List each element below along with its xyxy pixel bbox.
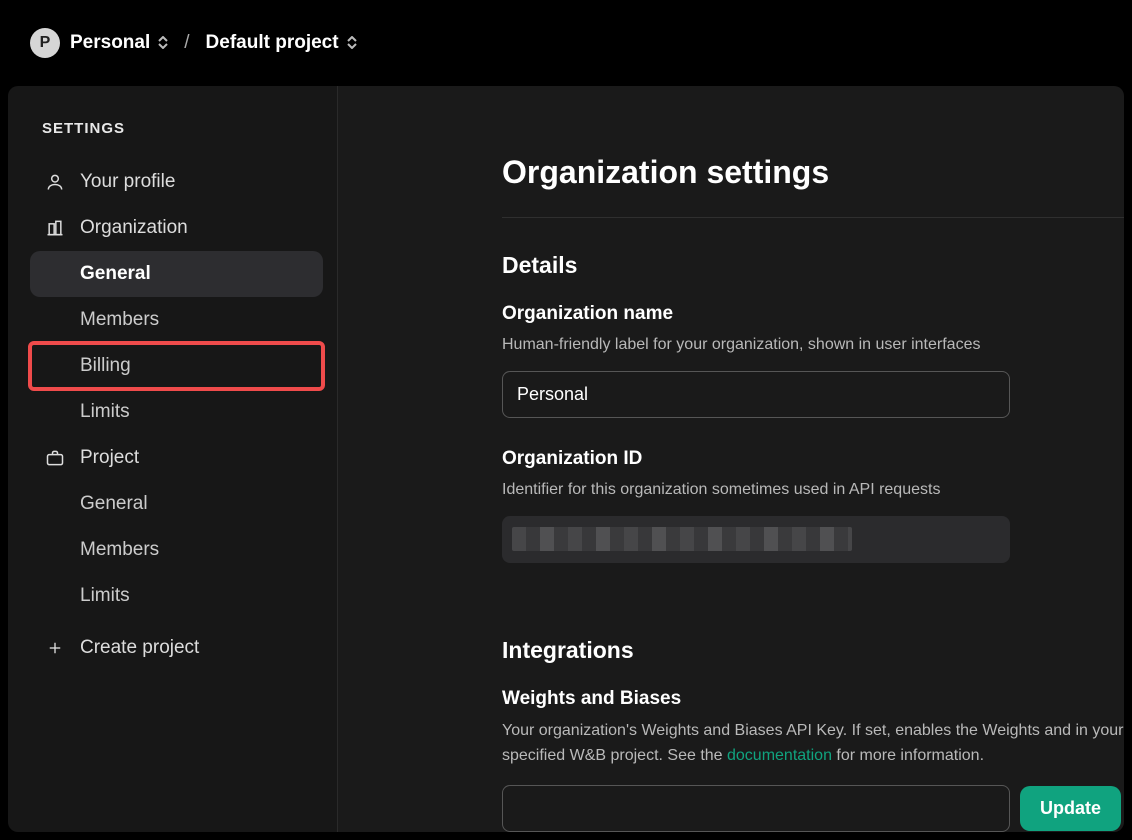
org-id-desc: Identifier for this organization sometim… — [502, 478, 1124, 502]
workspace: SETTINGS Your profile Organization Gener… — [0, 86, 1132, 840]
documentation-link[interactable]: documentation — [727, 747, 832, 764]
wandb-desc: Your organization's Weights and Biases A… — [502, 718, 1124, 769]
sidebar-item-org-limits[interactable]: Limits — [30, 389, 323, 435]
sidebar-item-create-project[interactable]: Create project — [30, 625, 323, 671]
avatar[interactable]: P — [30, 28, 60, 58]
sidebar-item-organization[interactable]: Organization — [30, 205, 323, 251]
plus-icon — [44, 639, 66, 657]
org-name-desc: Human-friendly label for your organizati… — [502, 333, 1124, 357]
sidebar-heading: SETTINGS — [30, 120, 323, 137]
details-section: Details Organization name Human-friendly… — [502, 218, 1124, 563]
org-switcher-label: Personal — [70, 32, 150, 54]
sidebar-item-org-general[interactable]: General — [30, 251, 323, 297]
org-name-field: Organization name Human-friendly label f… — [502, 303, 1124, 418]
wandb-desc-suffix: for more information. — [832, 747, 984, 764]
sidebar-item-label: Create project — [80, 637, 199, 659]
integrations-section: Integrations Weights and Biases Your org… — [502, 593, 1124, 832]
wandb-api-key-input[interactable] — [502, 785, 1010, 832]
sidebar-item-org-members[interactable]: Members — [30, 297, 323, 343]
page-title: Organization settings — [502, 154, 1124, 218]
main-panel: Organization settings Details Organizati… — [338, 86, 1124, 832]
sidebar-item-label: Members — [80, 539, 159, 561]
sidebar-item-label: General — [80, 493, 148, 515]
sidebar-item-project[interactable]: Project — [30, 435, 323, 481]
building-icon — [44, 218, 66, 238]
org-id-value[interactable] — [502, 516, 1010, 563]
wandb-label: Weights and Biases — [502, 688, 1124, 710]
update-button[interactable]: Update — [1020, 786, 1121, 831]
chevron-sort-icon — [158, 36, 168, 49]
org-name-input[interactable] — [502, 371, 1010, 418]
chevron-sort-icon — [347, 36, 357, 49]
details-heading: Details — [502, 252, 1124, 279]
topbar: P Personal / Default project — [0, 0, 1132, 86]
sidebar: SETTINGS Your profile Organization Gener… — [8, 86, 338, 832]
sidebar-item-label: Billing — [80, 355, 131, 377]
org-id-label: Organization ID — [502, 448, 1124, 470]
breadcrumb-separator: / — [184, 32, 189, 54]
sidebar-item-org-billing[interactable]: Billing — [30, 343, 323, 389]
sidebar-item-label: Project — [80, 447, 139, 469]
project-switcher[interactable]: Default project — [206, 32, 357, 54]
sidebar-item-label: Your profile — [80, 171, 175, 193]
integrations-heading: Integrations — [502, 637, 1124, 664]
redacted-content — [512, 527, 852, 551]
org-name-label: Organization name — [502, 303, 1124, 325]
sidebar-item-project-limits[interactable]: Limits — [30, 573, 323, 619]
sidebar-item-label: General — [80, 263, 151, 285]
sidebar-item-project-general[interactable]: General — [30, 481, 323, 527]
sidebar-item-label: Members — [80, 309, 159, 331]
person-icon — [44, 172, 66, 192]
project-switcher-label: Default project — [206, 32, 339, 54]
org-id-field: Organization ID Identifier for this orga… — [502, 448, 1124, 563]
sidebar-item-label: Limits — [80, 585, 130, 607]
sidebar-item-profile[interactable]: Your profile — [30, 159, 323, 205]
org-switcher[interactable]: Personal — [70, 32, 168, 54]
sidebar-item-label: Organization — [80, 217, 188, 239]
sidebar-item-label: Limits — [80, 401, 130, 423]
briefcase-icon — [44, 448, 66, 468]
sidebar-item-project-members[interactable]: Members — [30, 527, 323, 573]
